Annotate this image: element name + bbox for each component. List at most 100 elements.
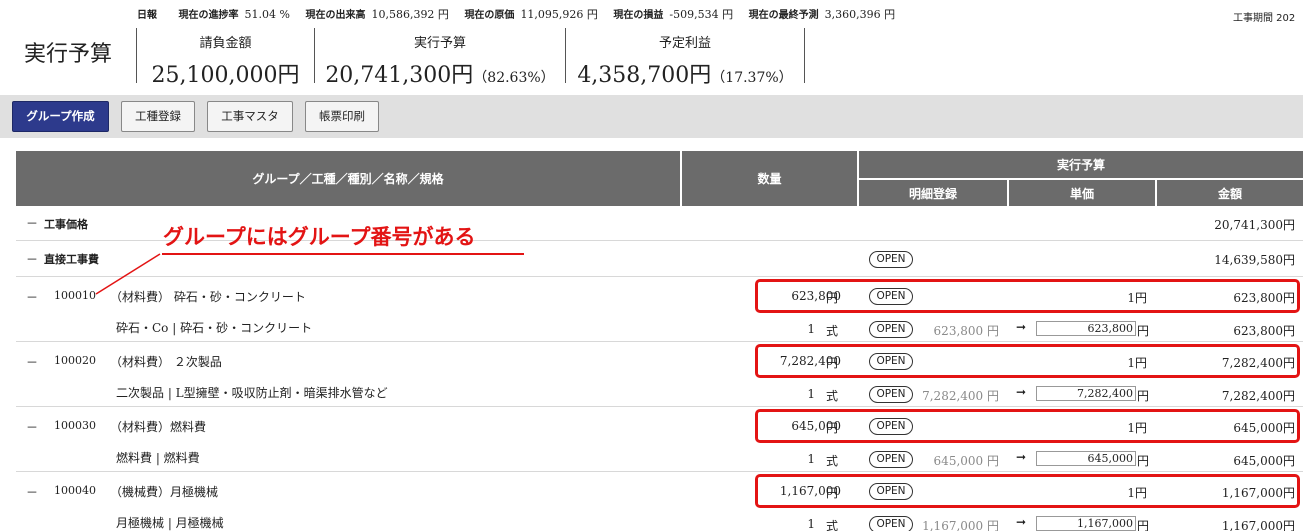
metric-label: 実行予算 [413,36,466,51]
detail-row: 砕石・Co | 砕石・砂・コンクリート 1 式 OPEN 623,800 円 ➞ 623,8… [16,317,1303,342]
unit-price-yen: 円 [1137,389,1150,403]
detail-unit: 式 [826,389,839,403]
open-button[interactable]: OPEN [869,251,913,268]
row-amount: 20,741,300円 [1214,217,1295,232]
unit-price-input[interactable]: 645,000 [1036,451,1136,466]
print-button[interactable]: 帳票印刷 [305,101,379,132]
unit-price-input[interactable]: 623,800 [1036,321,1136,336]
header-unit-price: 単価 [1069,186,1094,201]
group-number: 100030 [54,419,96,432]
detail-name: 砕石・Co | 砕石・砂・コンクリート [116,321,313,335]
unit-price-yen: 円 [1137,454,1150,468]
header-quantity: 数量 [757,172,782,186]
annotation-underline [162,253,524,255]
summary-value-progress: 51.04 % [244,8,290,21]
detail-unit: 式 [826,519,839,531]
detail-name: 二次製品 | L型擁壁・吸収防止剤・暗渠排水管など [116,386,388,400]
group-number: 100040 [54,484,96,497]
detail-quantity: 1 [807,452,815,466]
detail-amount: 623,800円 [1233,324,1295,338]
unit-price-input[interactable]: 1,167,000 [1036,516,1136,531]
group-name: （材料費）燃料費 [110,420,207,434]
summary-label-cost: 現在の原価 [464,10,515,21]
group-name: （材料費） 砕石・砂・コンクリート [110,290,306,304]
collapse-toggle[interactable]: － [26,250,38,267]
table-header: グループ／工種／種別／名称／規格 数量 実行予算 明細登録 単価 金額 [16,151,1303,206]
header-amount: 金額 [1217,186,1242,201]
highlight-box [755,409,1300,443]
summary-value-output: 10,586,392 円 [371,8,449,21]
highlight-box [755,344,1300,378]
arrow-icon: ➞ [1016,385,1027,399]
unit-price-yen: 円 [1137,324,1150,338]
collapse-toggle[interactable]: － [26,289,38,306]
detail-quantity: 1 [807,517,815,531]
arrow-icon: ➞ [1016,450,1027,464]
summary-label-profit-loss: 現在の損益 [613,10,664,21]
metric-value: 20,741,300円 [325,63,474,88]
detail-amount: 1,167,000円 [1221,519,1295,531]
header-budget: 実行予算 [1056,158,1105,172]
detail-name: 月極機械 | 月極機械 [116,516,224,530]
progress-summary: 日報 現在の進捗率 51.04 % 現在の出来高 10,586,392 円 現在の原… [137,6,907,22]
header-detail: 明細登録 [908,186,957,201]
highlight-box [755,474,1300,508]
detail-row: 二次製品 | L型擁壁・吸収防止剤・暗渠排水管など 1 式 OPEN 7,282,400… [16,382,1303,407]
metric-contract-amount: 請負金額 25,100,000円 [137,32,314,89]
detail-unit: 式 [826,454,839,468]
unit-price-input[interactable]: 7,282,400 [1036,386,1136,401]
group-name: （材料費） ２次製品 [110,355,222,369]
group-name: （機械費）月極機械 [110,485,219,499]
summary-label-forecast: 現在の最終予測 [748,10,819,21]
group-create-button[interactable]: グループ作成 [12,101,109,132]
open-button[interactable]: OPEN [869,321,913,338]
arrow-icon: ➞ [1016,320,1027,334]
collapse-toggle[interactable]: － [26,354,38,371]
divider [804,28,805,83]
detail-row: 月極機械 | 月極機械 1 式 OPEN 1,167,000 円 ➞ 1,167,000 円 1… [16,512,1303,531]
row-name: 工事価格 [44,217,88,231]
detail-row: 燃料費 | 燃料費 1 式 OPEN 645,000 円 ➞ 645,000 円 645,000… [16,447,1303,472]
row-name: 直接工事費 [44,253,99,266]
original-unit-price: 645,000 円 [933,454,999,468]
collapse-toggle[interactable]: － [26,215,38,232]
open-button[interactable]: OPEN [869,516,913,531]
header-name: グループ／工種／種別／名称／規格 [252,172,444,186]
metric-execution-budget: 実行予算 20,741,300円（82.63%） [315,32,565,89]
construction-period: 工事期間 202 [1233,13,1296,24]
metric-label: 請負金額 [199,36,252,51]
summary-value-forecast: 3,360,396 円 [824,8,896,21]
original-unit-price: 623,800 円 [933,324,999,338]
metric-planned-profit: 予定利益 4,358,700円（17.37%） [566,32,804,89]
trade-register-button[interactable]: 工種登録 [121,101,195,132]
detail-amount: 645,000円 [1233,454,1295,468]
summary-value-profit-loss: -509,534 円 [669,8,734,21]
open-button[interactable]: OPEN [869,386,913,403]
trade-master-button[interactable]: 工事マスタ [207,101,293,132]
metric-percent: （17.37%） [711,70,793,86]
arrow-icon: ➞ [1016,515,1027,529]
unit-price-yen: 円 [1137,519,1150,531]
metric-label: 予定利益 [658,36,711,51]
metric-percent: （82.63%） [473,70,555,86]
summary-value-cost: 11,095,926 円 [520,8,598,21]
collapse-toggle[interactable]: － [26,419,38,436]
highlight-box [755,279,1300,313]
annotation-text: グループにはグループ番号がある [163,225,476,249]
detail-unit: 式 [826,324,839,338]
summary-label-output: 現在の出来高 [305,10,366,21]
group-number: 100010 [54,289,96,302]
detail-quantity: 1 [807,387,815,401]
summary-label-progress: 現在の進捗率 [178,10,239,21]
summary-label-daily[interactable]: 日報 [137,10,157,21]
detail-amount: 7,282,400円 [1221,389,1295,403]
row-amount: 14,639,580円 [1214,253,1295,267]
page-title: 実行予算 [24,42,113,67]
original-unit-price: 1,167,000 円 [922,519,999,531]
detail-quantity: 1 [807,322,815,336]
group-number: 100020 [54,354,96,367]
metric-value: 25,100,000円 [151,63,300,88]
open-button[interactable]: OPEN [869,451,913,468]
collapse-toggle[interactable]: － [26,484,38,501]
metric-value: 4,358,700円 [577,63,712,88]
